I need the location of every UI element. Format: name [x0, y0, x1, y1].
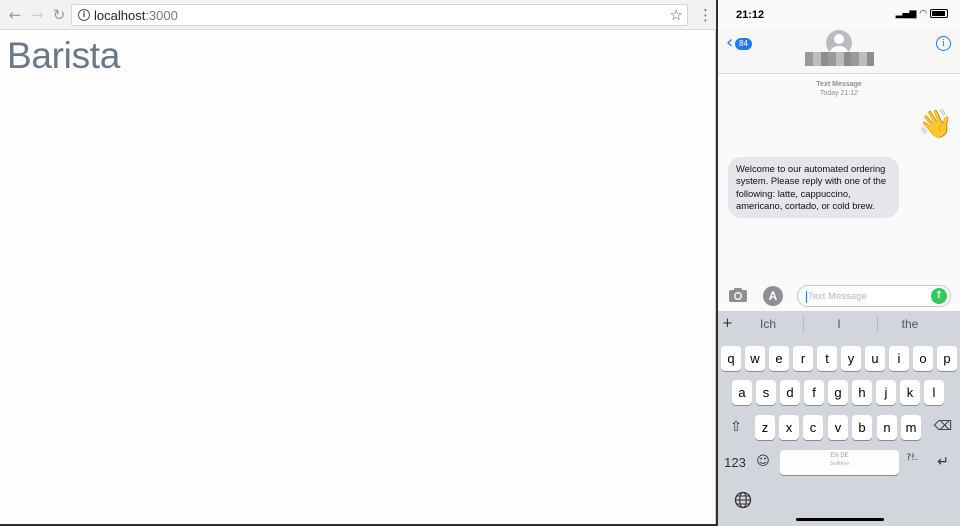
key-g[interactable]: g: [828, 380, 848, 405]
return-icon[interactable]: ↵: [932, 454, 954, 470]
wifi-icon: ◠: [919, 9, 928, 19]
keyboard: + Ich I the q w e r t y u i o p a s d f …: [718, 311, 960, 526]
key-z[interactable]: z: [755, 415, 775, 440]
key-t[interactable]: t: [817, 346, 837, 371]
shift-icon[interactable]: ⇧: [726, 419, 746, 435]
key-w[interactable]: w: [745, 346, 765, 371]
back-arrow-icon[interactable]: ←: [7, 7, 23, 23]
key-k[interactable]: k: [900, 380, 920, 405]
key-row-1: q w e r t y u i o p: [718, 346, 960, 372]
key-u[interactable]: u: [865, 346, 885, 371]
space-bar[interactable]: EN DE SwiftKey: [780, 450, 899, 475]
key-m[interactable]: m: [901, 415, 921, 440]
forward-arrow-icon[interactable]: →: [29, 7, 45, 23]
page-title: Barista: [7, 35, 121, 76]
key-j[interactable]: j: [876, 380, 896, 405]
key-i[interactable]: i: [889, 346, 909, 371]
space-brand: SwiftKey: [829, 461, 850, 467]
message-input[interactable]: Text Message ↑: [797, 285, 951, 307]
key-p[interactable]: p: [937, 346, 957, 371]
thread-meta: Text Message Today 21:12: [718, 80, 960, 98]
plus-icon[interactable]: +: [722, 316, 733, 331]
space-lang: EN DE: [830, 453, 849, 459]
reload-icon[interactable]: ↻: [51, 7, 67, 23]
punctuation-key[interactable]: ?!.: [904, 453, 920, 463]
key-row-3: ⇧ z x c v b n m ⌫: [718, 415, 960, 441]
signal-icon: ▂▄▆: [895, 9, 917, 19]
prediction-2[interactable]: I: [809, 317, 869, 331]
url-text: localhost:3000: [94, 8, 178, 23]
prediction-divider: [803, 316, 804, 332]
key-r[interactable]: r: [793, 346, 813, 371]
key-s[interactable]: s: [756, 380, 776, 405]
key-d[interactable]: d: [780, 380, 800, 405]
status-icons: ▂▄▆ ◠: [896, 9, 948, 19]
thread-kind: Text Message: [816, 81, 862, 88]
info-icon[interactable]: i: [78, 9, 90, 21]
home-indicator[interactable]: [796, 518, 884, 521]
conversation-header: ‹ 84 i: [718, 28, 960, 74]
key-row-2: a s d f g h j k l: [718, 380, 960, 406]
key-e[interactable]: e: [769, 346, 789, 371]
key-l[interactable]: l: [924, 380, 944, 405]
browser-toolbar: ← → ↻ i localhost:3000 ☆ ⋮: [0, 0, 716, 30]
key-row-4: 123 ☺ EN DE SwiftKey ?!. ↵: [718, 450, 960, 476]
menu-dots-icon[interactable]: ⋮: [698, 6, 713, 24]
url-host: localhost: [94, 8, 146, 23]
message-placeholder: Text Message: [808, 291, 867, 302]
camera-icon[interactable]: [728, 287, 748, 303]
key-c[interactable]: c: [803, 415, 823, 440]
back-chevron-icon[interactable]: ‹: [726, 34, 733, 52]
send-arrow-icon[interactable]: ↑: [931, 288, 947, 304]
key-n[interactable]: n: [877, 415, 897, 440]
unread-count-badge[interactable]: 84: [735, 38, 752, 50]
text-caret: [806, 291, 807, 303]
prediction-3[interactable]: the: [880, 317, 940, 331]
key-y[interactable]: y: [841, 346, 861, 371]
compose-bar: A Text Message ↑: [718, 283, 960, 309]
key-v[interactable]: v: [828, 415, 848, 440]
info-icon[interactable]: i: [936, 36, 951, 51]
status-time: 21:12: [736, 9, 765, 21]
sent-emoji-message[interactable]: 👋: [918, 108, 953, 140]
star-icon[interactable]: ☆: [670, 6, 683, 24]
url-port: :3000: [145, 8, 178, 23]
thread-date: Today 21:12: [819, 90, 859, 97]
key-f[interactable]: f: [804, 380, 824, 405]
numbers-key[interactable]: 123: [722, 455, 748, 470]
browser-window: ← → ↻ i localhost:3000 ☆ ⋮ Barista: [0, 0, 716, 524]
globe-icon[interactable]: [734, 491, 752, 509]
prediction-bar: + Ich I the: [718, 311, 960, 337]
received-message-bubble[interactable]: Welcome to our automated ordering system…: [728, 157, 899, 219]
key-o[interactable]: o: [913, 346, 933, 371]
backspace-icon[interactable]: ⌫: [932, 419, 954, 434]
key-x[interactable]: x: [779, 415, 799, 440]
key-a[interactable]: a: [732, 380, 752, 405]
battery-icon: [930, 9, 948, 18]
key-q[interactable]: q: [721, 346, 741, 371]
key-h[interactable]: h: [852, 380, 872, 405]
contact-name-redacted[interactable]: [805, 52, 874, 66]
status-bar: 21:12 ▂▄▆ ◠: [718, 0, 960, 28]
app-store-icon[interactable]: A: [763, 286, 783, 306]
prediction-1[interactable]: Ich: [738, 317, 798, 331]
key-b[interactable]: b: [852, 415, 872, 440]
emoji-icon[interactable]: ☺: [754, 454, 772, 469]
address-bar[interactable]: i localhost:3000 ☆: [71, 4, 688, 26]
phone-screen: 21:12 ▂▄▆ ◠ ‹ 84 i Text Message Today 21…: [718, 0, 960, 526]
prediction-divider: [877, 316, 878, 332]
